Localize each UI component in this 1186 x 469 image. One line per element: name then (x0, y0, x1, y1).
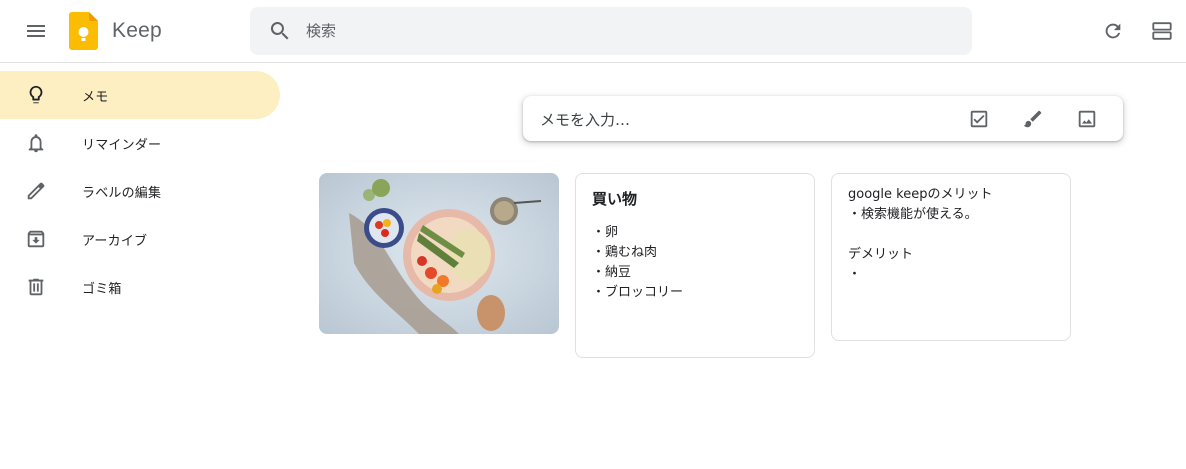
archive-icon (24, 227, 48, 251)
sidebar: メモ リマインダー ラベルの編集 アーカイブ ゴミ箱 (0, 71, 280, 311)
sidebar-item-reminders[interactable]: リマインダー (0, 119, 280, 167)
sidebar-item-trash[interactable]: ゴミ箱 (0, 263, 280, 311)
pencil-icon (24, 179, 48, 203)
note-card[interactable]: google keepのメリット ・検索機能が使える。 デメリット ・ (831, 173, 1071, 341)
new-image-note-button[interactable] (1070, 102, 1104, 136)
note-body: ・卵 ・鶏むね肉 ・納豆 ・ブロッコリー (592, 225, 684, 300)
keep-logo-icon[interactable] (69, 12, 98, 50)
app-title[interactable]: Keep (112, 19, 162, 43)
bell-icon (24, 131, 48, 155)
food-photo (319, 173, 559, 334)
new-drawing-button[interactable] (1016, 102, 1050, 136)
take-note-input[interactable]: メモを入力… (540, 109, 630, 130)
note-card-image[interactable] (319, 173, 559, 334)
top-bar: Keep (0, 0, 1186, 63)
refresh-icon (1105, 23, 1121, 39)
sidebar-item-archive[interactable]: アーカイブ (0, 215, 280, 263)
note-title: 買い物 (592, 190, 638, 208)
trash-icon (24, 275, 48, 299)
sidebar-item-label: アーカイブ (82, 233, 148, 249)
take-note-bar[interactable]: メモを入力… (523, 96, 1123, 141)
hamburger-icon (27, 25, 45, 37)
search-bar[interactable] (250, 7, 972, 55)
new-list-button[interactable] (962, 102, 996, 136)
sidebar-item-label: リマインダー (82, 137, 162, 153)
search-icon[interactable] (268, 19, 292, 43)
sidebar-item-label: ゴミ箱 (82, 281, 122, 297)
refresh-button[interactable] (1095, 13, 1131, 49)
list-view-icon (1152, 22, 1172, 40)
sidebar-item-label: ラベルの編集 (82, 185, 162, 201)
sidebar-item-edit-labels[interactable]: ラベルの編集 (0, 167, 280, 215)
checkbox-icon (970, 110, 988, 128)
brush-icon (1023, 110, 1042, 128)
note-body: google keepのメリット ・検索機能が使える。 デメリット ・ (848, 187, 993, 282)
sidebar-item-label: メモ (82, 89, 109, 105)
sidebar-item-notes[interactable]: メモ (0, 71, 280, 119)
search-input[interactable] (306, 7, 946, 55)
image-icon (1078, 110, 1096, 128)
note-card[interactable]: 買い物 ・卵 ・鶏むね肉 ・納豆 ・ブロッコリー (575, 173, 815, 358)
lightbulb-icon (24, 83, 48, 107)
list-view-button[interactable] (1144, 13, 1180, 49)
main-menu-button[interactable] (14, 9, 58, 53)
